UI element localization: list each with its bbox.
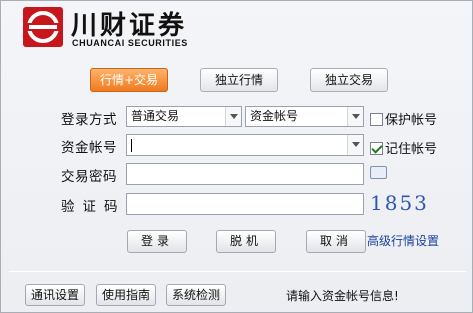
protect-account-checkbox[interactable]: 保护帐号 [370,109,437,128]
protect-account-label: 保护帐号 [385,113,438,128]
password-label: 交易密码 [61,169,117,185]
captcha-image[interactable]: 1853 [370,191,427,215]
chevron-down-icon[interactable] [347,107,363,126]
checkbox-icon[interactable] [370,113,383,126]
login-type-value: 普通交易 [131,109,180,123]
login-button[interactable]: 登录 [127,230,187,253]
captcha-input[interactable] [126,193,364,215]
footer-divider [9,271,466,272]
chevron-down-icon[interactable] [225,107,241,126]
cancel-button[interactable]: 取消 [306,230,366,253]
login-method-label: 登录方式 [61,112,117,128]
system-check-button[interactable]: 系统检测 [166,284,226,306]
chuancai-logo-icon [23,7,63,47]
offline-button[interactable]: 脱机 [216,230,276,253]
captcha-label: 验证码 [61,199,126,215]
remember-account-label: 记住帐号 [385,142,438,157]
advanced-quote-settings-link[interactable]: 高级行情设置 [367,232,439,249]
account-label: 资金帐号 [61,140,117,156]
comm-settings-button[interactable]: 通讯设置 [25,284,85,306]
chevron-down-icon[interactable] [347,135,363,155]
password-input[interactable] [126,163,364,185]
account-type-select[interactable]: 资金帐号 [245,106,364,127]
mode-quote-only-button[interactable]: 独立行情 [200,68,278,92]
remember-account-checkbox[interactable]: 记住帐号 [370,138,437,157]
brand-subtitle: CHUANCAI SECURITIES [72,38,188,48]
user-guide-button[interactable]: 使用指南 [96,284,156,306]
soft-keyboard-icon[interactable] [370,166,387,179]
account-type-value: 资金帐号 [250,109,299,123]
text-cursor [131,139,132,152]
login-window: 川财证券 CHUANCAI SECURITIES 行情+交易 独立行情 独立交易… [0,0,473,313]
login-type-select[interactable]: 普通交易 [126,106,242,127]
brand-name: 川财证券 [71,11,188,41]
checkbox-checked-icon[interactable] [370,142,383,155]
status-message: 请输入资金帐号信息! [286,289,399,303]
mode-quote-trade-button[interactable]: 行情+交易 [90,68,168,92]
account-input[interactable] [126,134,364,156]
mode-trade-only-button[interactable]: 独立交易 [310,68,388,92]
